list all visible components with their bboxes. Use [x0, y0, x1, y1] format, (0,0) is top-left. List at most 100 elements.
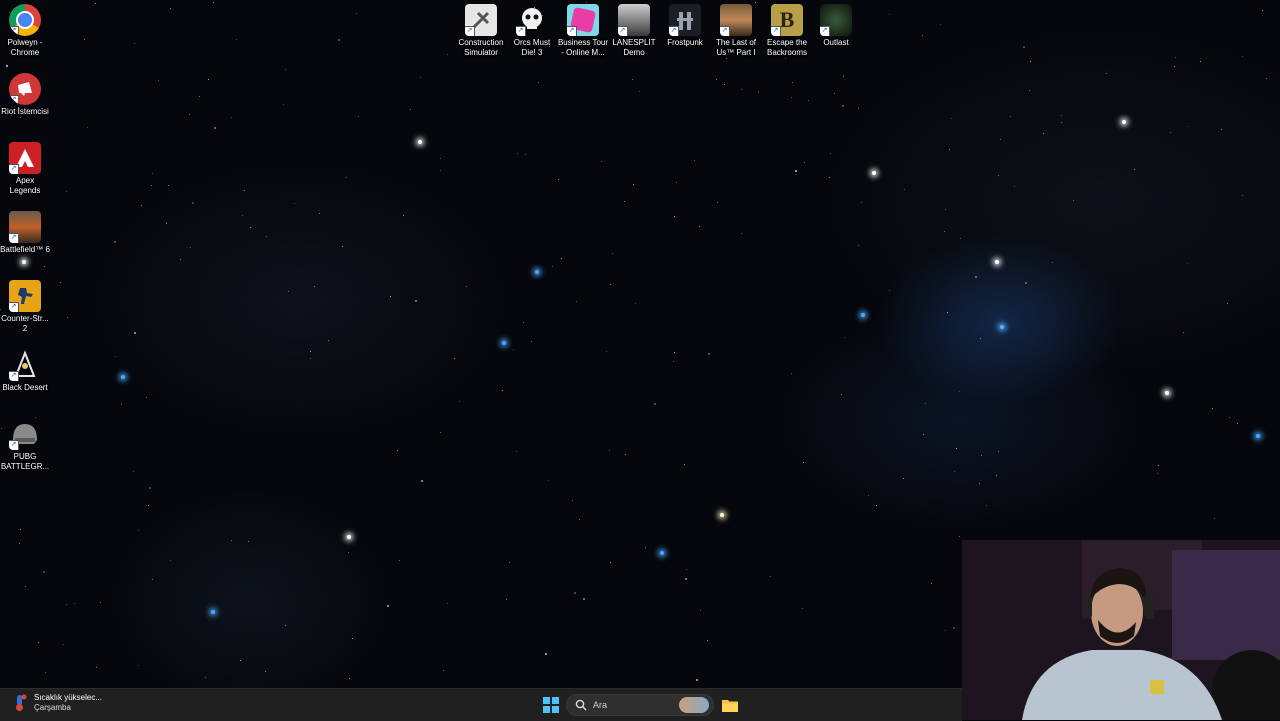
- lanesplit-icon: ↗: [618, 4, 650, 36]
- star: [244, 190, 245, 191]
- bright-star: [1256, 434, 1260, 438]
- icon-label: Black Desert: [2, 383, 48, 392]
- star: [168, 185, 169, 186]
- star: [904, 189, 905, 190]
- star: [802, 608, 803, 609]
- star: [60, 282, 61, 283]
- star: [214, 127, 216, 129]
- windows-logo-icon: [543, 697, 550, 704]
- star: [795, 170, 797, 172]
- star: [141, 205, 142, 206]
- black-desert-icon: ↗: [9, 349, 41, 381]
- weather-widget[interactable]: Sıcaklık yükselec... Çarşamba: [12, 693, 102, 713]
- start-button[interactable]: [543, 697, 559, 713]
- star: [152, 579, 153, 580]
- desktop-icon-construction-simulator[interactable]: ↗ Construction Simulator: [456, 4, 506, 58]
- star: [922, 35, 923, 36]
- star: [639, 91, 640, 92]
- star: [250, 227, 251, 228]
- desktop-icon-last-of-us[interactable]: ↗ The Last of Us™ Part I: [711, 4, 761, 58]
- star: [1187, 263, 1188, 264]
- star: [390, 296, 391, 297]
- star: [1061, 115, 1062, 116]
- star: [138, 665, 139, 666]
- star: [699, 226, 700, 227]
- star: [410, 109, 411, 110]
- icon-label: PUBG BATTLEGR...: [0, 452, 50, 471]
- icon-label: Orcs Must Die! 3: [513, 38, 551, 57]
- star: [795, 174, 796, 175]
- star: [454, 358, 455, 359]
- star: [741, 89, 742, 90]
- desktop-icon-counter-strike[interactable]: ↗ Counter-Str... 2: [0, 280, 50, 334]
- desktop-icon-pubg[interactable]: ↗ PUBG BATTLEGR...: [0, 418, 50, 472]
- star: [38, 642, 39, 643]
- desktop-icon-lanesplit[interactable]: ↗ LANESPLIT Demo: [609, 4, 659, 58]
- file-explorer-icon[interactable]: [722, 698, 738, 712]
- desktop-icon-orcs-must-die[interactable]: ↗ Orcs Must Die! 3: [507, 4, 557, 58]
- star: [266, 236, 267, 237]
- star: [531, 341, 532, 342]
- star: [87, 127, 88, 128]
- star: [741, 233, 742, 234]
- icon-label: Construction Simulator: [458, 38, 504, 57]
- star: [342, 246, 343, 247]
- streamer-video: [962, 540, 1280, 720]
- star: [610, 562, 611, 563]
- star: [100, 602, 101, 603]
- frostpunk-icon: ↗: [669, 4, 701, 36]
- bright-star: [995, 260, 999, 264]
- desktop-icon-battlefield[interactable]: ↗ Battlefield™ 6: [0, 211, 50, 255]
- star: [755, 2, 756, 3]
- star: [841, 394, 842, 395]
- star: [574, 592, 576, 594]
- pubg-icon: ↗: [9, 418, 41, 450]
- icon-label: The Last of Us™ Part I: [715, 38, 757, 57]
- star: [674, 216, 675, 217]
- star: [804, 162, 805, 163]
- desktop-icon-riot[interactable]: ↗ Riot İstemcisi: [0, 73, 50, 117]
- star: [1170, 132, 1171, 133]
- star: [199, 96, 200, 97]
- desktop-icon-business-tour[interactable]: ↗ Business Tour - Online M...: [558, 4, 608, 58]
- star: [283, 104, 284, 105]
- star: [506, 599, 507, 600]
- star: [1023, 46, 1025, 48]
- bright-star: [1000, 325, 1004, 329]
- star: [945, 209, 946, 210]
- taskbar-search[interactable]: Ara: [566, 694, 714, 716]
- star: [114, 241, 116, 243]
- desktop-icon-outlast[interactable]: ↗ Outlast: [811, 4, 861, 48]
- desktop-icon-apex[interactable]: ↗ Apex Legends: [0, 142, 50, 196]
- desktop-icon-frostpunk[interactable]: ↗ Frostpunk: [660, 4, 710, 48]
- bright-star: [502, 341, 506, 345]
- star: [758, 92, 759, 93]
- star: [1134, 169, 1135, 170]
- bright-star: [347, 535, 351, 539]
- bright-star: [660, 551, 664, 555]
- star: [151, 185, 152, 186]
- desktop-icon-black-desert[interactable]: ↗ Black Desert: [0, 349, 50, 393]
- star: [1212, 408, 1213, 409]
- star: [612, 253, 613, 254]
- star: [829, 177, 830, 178]
- star: [352, 638, 353, 639]
- star: [192, 202, 194, 204]
- star: [525, 154, 526, 155]
- desktop-icon-chrome[interactable]: ↗ Polweyn - Chrome: [0, 4, 50, 58]
- star: [149, 487, 151, 489]
- star: [931, 583, 932, 584]
- star: [1183, 332, 1184, 333]
- icon-label: Riot İstemcisi: [1, 107, 49, 116]
- bright-star: [1122, 120, 1126, 124]
- star: [95, 3, 96, 4]
- star: [861, 202, 862, 203]
- star: [45, 672, 46, 673]
- bright-star: [720, 513, 724, 517]
- star: [923, 434, 924, 435]
- desktop-icon-escape-backrooms[interactable]: B ↗ Escape the Backrooms: [762, 4, 812, 58]
- star: [346, 177, 347, 178]
- star: [44, 266, 45, 267]
- star: [947, 312, 948, 313]
- icon-label: Business Tour - Online M...: [557, 38, 609, 57]
